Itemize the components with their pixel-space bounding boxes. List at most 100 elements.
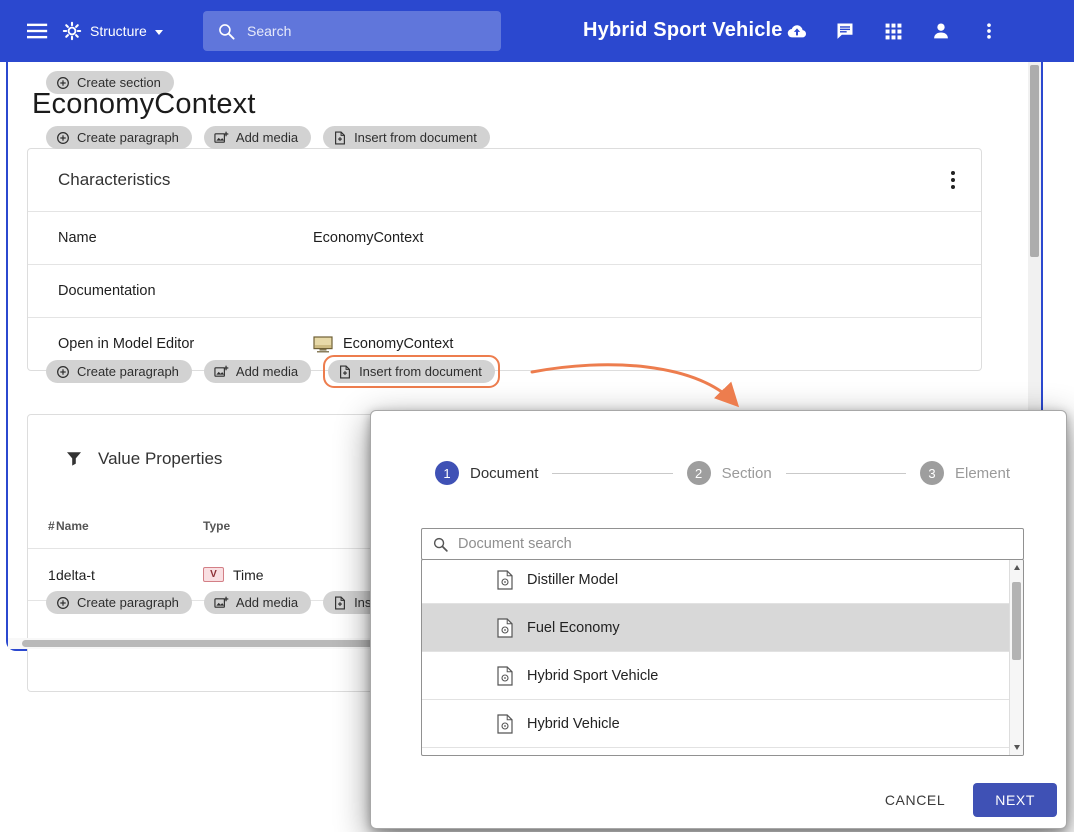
add-media-button[interactable]: Add media	[204, 591, 311, 614]
document-icon	[496, 666, 514, 686]
gear-icon	[62, 21, 82, 41]
value-type-badge: V	[203, 567, 224, 582]
add-media-label: Add media	[236, 130, 298, 145]
row-label: Documentation	[58, 283, 313, 299]
stepper-connector	[552, 473, 672, 474]
search-input[interactable]	[247, 23, 477, 39]
topbar-actions	[786, 19, 1000, 43]
list-item[interactable]: Hybrid Sport Vehicle	[422, 652, 1023, 700]
document-icon	[496, 618, 514, 638]
insert-from-document-label: Insert from document	[354, 130, 477, 145]
step-number: 2	[687, 461, 711, 485]
structure-label: Structure	[90, 23, 147, 39]
step-document[interactable]: 1 Document	[435, 461, 538, 485]
document-search-input[interactable]	[458, 536, 938, 552]
more-options-icon[interactable]	[947, 167, 959, 193]
characteristics-row-name: Name EconomyContext	[28, 211, 981, 264]
step-number: 3	[920, 461, 944, 485]
filter-icon[interactable]	[66, 451, 82, 467]
dialog-stepper: 1 Document 2 Section 3 Element	[435, 461, 1010, 485]
document-icon	[496, 714, 514, 734]
row-label: Name	[58, 230, 313, 246]
create-paragraph-label: Create paragraph	[77, 130, 179, 145]
insert-toolbar: Create paragraph Add media Insert from d…	[46, 355, 500, 388]
column-number: #	[28, 519, 56, 533]
create-paragraph-button[interactable]: Create paragraph	[46, 591, 192, 614]
add-media-button[interactable]: Add media	[204, 360, 311, 383]
insert-from-document-label: Insert from document	[359, 364, 482, 379]
search-box[interactable]	[203, 11, 501, 51]
add-media-button[interactable]: Add media	[204, 126, 311, 149]
row-label: Open in Model Editor	[58, 336, 313, 352]
insert-from-document-button[interactable]: Insert from document	[328, 360, 495, 383]
list-item-label: Hybrid Sport Vehicle	[527, 668, 658, 684]
characteristics-header: Characteristics	[28, 149, 981, 211]
insert-from-document-dialog: 1 Document 2 Section 3 Element Distill	[370, 410, 1067, 829]
chat-icon[interactable]	[834, 19, 856, 43]
model-editor-link-label: EconomyContext	[343, 336, 453, 352]
list-item-label: Distiller Model	[527, 572, 618, 588]
model-editor-icon	[313, 336, 333, 353]
search-icon	[217, 22, 236, 41]
cloud-upload-icon[interactable]	[786, 19, 808, 43]
account-icon[interactable]	[930, 19, 952, 43]
column-name: Name	[56, 519, 203, 533]
scrollbar-thumb[interactable]	[1030, 65, 1039, 257]
step-label: Document	[470, 465, 538, 482]
menu-icon[interactable]	[26, 21, 50, 41]
add-media-icon	[214, 365, 229, 379]
step-label: Element	[955, 465, 1010, 482]
scroll-down-icon[interactable]	[1014, 745, 1020, 750]
list-item-label: Hybrid Vehicle	[527, 716, 620, 732]
create-paragraph-button[interactable]: Create paragraph	[46, 126, 192, 149]
row-value: EconomyContext	[313, 230, 423, 246]
model-editor-link[interactable]: EconomyContext	[313, 336, 453, 353]
list-item[interactable]: Hybrid Vehicle	[422, 700, 1023, 748]
search-icon	[432, 536, 449, 553]
stepper-connector	[786, 473, 906, 474]
list-item-selected[interactable]: Fuel Economy	[422, 604, 1023, 652]
plus-circle-icon	[56, 365, 70, 379]
plus-circle-icon	[56, 131, 70, 145]
add-media-label: Add media	[236, 364, 298, 379]
cell-type: V Time	[203, 567, 264, 583]
create-paragraph-label: Create paragraph	[77, 364, 179, 379]
characteristics-card: Characteristics Name EconomyContext Docu…	[27, 148, 982, 371]
insert-toolbar: Create paragraph Add media Insert from d…	[46, 126, 490, 149]
characteristics-title: Characteristics	[58, 170, 170, 190]
document-list-items: Distiller Model Fuel Economy Hybrid Spor…	[422, 559, 1023, 748]
app-bar: Structure Hybrid Sport Vehicle	[0, 0, 1074, 62]
step-number: 1	[435, 461, 459, 485]
highlight-ring: Insert from document	[323, 355, 500, 388]
insert-document-icon	[333, 596, 347, 610]
next-button[interactable]: NEXT	[973, 783, 1057, 817]
characteristics-row-documentation: Documentation	[28, 264, 981, 317]
create-paragraph-button[interactable]: Create paragraph	[46, 360, 192, 383]
list-scrollbar[interactable]	[1009, 560, 1023, 755]
apps-grid-icon[interactable]	[882, 19, 904, 43]
insert-from-document-button[interactable]: Insert from document	[323, 126, 490, 149]
step-section[interactable]: 2 Section	[687, 461, 772, 485]
cancel-button[interactable]: CANCEL	[873, 784, 957, 816]
list-item-label: Fuel Economy	[527, 620, 620, 636]
insert-document-icon	[338, 365, 352, 379]
scrollbar-thumb[interactable]	[1012, 582, 1021, 660]
more-vertical-icon[interactable]	[978, 19, 1000, 43]
document-search-box[interactable]	[421, 528, 1024, 560]
add-media-label: Add media	[236, 595, 298, 610]
document-list: Distiller Model Fuel Economy Hybrid Spor…	[421, 559, 1024, 756]
step-element[interactable]: 3 Element	[920, 461, 1010, 485]
structure-menu[interactable]: Structure	[62, 17, 163, 45]
step-label: Section	[722, 465, 772, 482]
list-item[interactable]: Distiller Model	[422, 559, 1023, 604]
cell-number: 1	[28, 567, 56, 583]
app-window: Structure Hybrid Sport Vehicle Create se…	[0, 0, 1074, 832]
scroll-up-icon[interactable]	[1014, 565, 1020, 570]
column-type: Type	[203, 519, 230, 533]
value-properties-title: Value Properties	[98, 449, 222, 469]
create-paragraph-label: Create paragraph	[77, 595, 179, 610]
add-media-icon	[214, 131, 229, 145]
plus-circle-icon	[56, 596, 70, 610]
add-media-icon	[214, 596, 229, 610]
app-title: Hybrid Sport Vehicle	[583, 19, 783, 42]
